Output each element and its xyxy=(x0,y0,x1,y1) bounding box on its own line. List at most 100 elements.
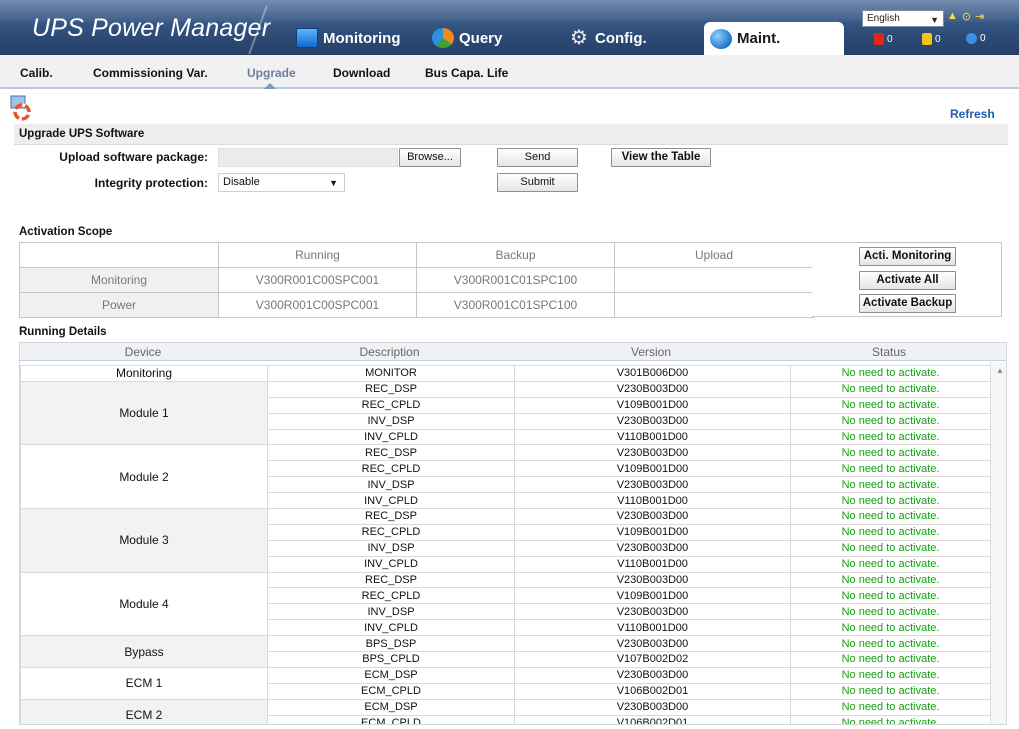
version-cell: V230B003D00 xyxy=(514,539,791,557)
description-cell: REC_DSP xyxy=(267,444,515,462)
tab-config[interactable]: ⚙ Config. xyxy=(568,22,647,54)
version-cell: V109B001D00 xyxy=(514,460,791,478)
status-cell: No need to activate. xyxy=(790,682,991,700)
status-cell: No need to activate. xyxy=(790,508,991,525)
column-header-description: Description xyxy=(359,345,420,359)
tab-monitoring-label: Monitoring xyxy=(323,29,401,47)
view-table-button[interactable]: View the Table xyxy=(611,148,711,167)
column-header-status: Status xyxy=(871,345,907,359)
table-row: Bypass BPS_DSP V230B003D00 No need to activ… xyxy=(20,635,991,668)
activation-running-version: V300R001C00SPC001 xyxy=(218,267,417,293)
globe-icon xyxy=(710,28,732,49)
status-cell: No need to activate. xyxy=(790,523,991,541)
version-cell: V230B003D00 xyxy=(514,444,791,462)
monitor-icon xyxy=(296,28,318,48)
device-cell: ECM 2 xyxy=(20,698,268,724)
minor-alarm-counter[interactable]: 0 xyxy=(966,33,986,44)
description-cell: REC_CPLD xyxy=(267,460,515,478)
status-cell: No need to activate. xyxy=(790,365,991,382)
activation-header-upload: Upload xyxy=(614,242,814,268)
subnav-upgrade[interactable]: Upgrade xyxy=(247,66,296,80)
description-cell: INV_CPLD xyxy=(267,428,515,446)
send-button[interactable]: Send xyxy=(497,148,578,167)
table-row: ECM 1 ECM_DSP V230B003D00 No need to activa… xyxy=(20,666,991,700)
version-cell: V301B006D00 xyxy=(514,365,791,382)
description-cell: INV_CPLD xyxy=(267,555,515,573)
description-cell: ECM_DSP xyxy=(267,666,515,684)
version-cell: V230B003D00 xyxy=(514,666,791,684)
logout-icon[interactable]: ⇥ xyxy=(975,10,984,23)
pie-chart-icon xyxy=(432,28,454,48)
running-details-grid: Device Description Version Status Monito… xyxy=(19,342,1007,725)
status-cell: No need to activate. xyxy=(790,587,991,605)
subnav-download[interactable]: Download xyxy=(333,66,390,80)
table-row: ECM 2 ECM_DSP V230B003D00 No need to activa… xyxy=(20,698,991,724)
status-cell: No need to activate. xyxy=(790,476,991,494)
subnav-calib[interactable]: Calib. xyxy=(20,66,53,80)
activation-header-running: Running xyxy=(218,242,417,268)
description-cell: REC_CPLD xyxy=(267,396,515,414)
scroll-up-icon[interactable]: ▲ xyxy=(996,366,1004,375)
description-cell: INV_DSP xyxy=(267,476,515,494)
upgrade-section-title: Upgrade UPS Software xyxy=(19,128,145,140)
tab-query[interactable]: Query xyxy=(432,22,502,54)
subnav-commissioning-var[interactable]: Commissioning Var. xyxy=(93,66,208,80)
vertical-scrollbar[interactable]: ▲ xyxy=(990,362,1006,724)
description-cell: REC_DSP xyxy=(267,571,515,589)
version-cell: V230B003D00 xyxy=(514,412,791,430)
critical-alarm-counter[interactable]: 0 xyxy=(874,33,893,45)
refresh-link[interactable]: Refresh xyxy=(950,107,995,121)
description-cell: INV_CPLD xyxy=(267,492,515,510)
status-cell: No need to activate. xyxy=(790,460,991,478)
table-row: Module 4 REC_DSP V230B003D00 No need to act… xyxy=(20,571,991,637)
table-row: Monitoring MONITOR V301B006D00 No need to a… xyxy=(20,365,991,382)
sub-navigation: Calib. Commissioning Var. Upgrade Downlo… xyxy=(0,55,1019,89)
subnav-bus-capa-life[interactable]: Bus Capa. Life xyxy=(425,66,508,80)
table-row: Module 3 REC_DSP V230B003D00 No need to act… xyxy=(20,508,991,573)
version-cell: V110B001D00 xyxy=(514,492,791,510)
version-cell: V109B001D00 xyxy=(514,396,791,414)
status-cell: No need to activate. xyxy=(790,666,991,684)
tab-monitoring[interactable]: Monitoring xyxy=(296,22,400,54)
version-cell: V110B001D00 xyxy=(514,428,791,446)
device-cell: Module 2 xyxy=(20,444,268,510)
version-cell: V106B002D01 xyxy=(514,714,791,724)
status-cell: No need to activate. xyxy=(790,714,991,724)
lifebuoy-icon[interactable] xyxy=(10,95,32,121)
status-cell: No need to activate. xyxy=(790,492,991,510)
integrity-protection-value: Disable xyxy=(223,176,260,188)
activation-backup-version: V300R001C01SPC100 xyxy=(416,292,615,318)
device-cell: Bypass xyxy=(20,635,268,668)
upload-package-input[interactable] xyxy=(218,148,398,167)
activation-header-blank xyxy=(19,242,219,268)
activate-all-button[interactable]: Activate All xyxy=(859,271,956,290)
acti-monitoring-button[interactable]: Acti. Monitoring xyxy=(859,247,956,266)
description-cell: ECM_CPLD xyxy=(267,714,515,724)
device-cell: ECM 1 xyxy=(20,666,268,700)
version-cell: V106B002D01 xyxy=(514,682,791,700)
app-title: UPS Power Manager xyxy=(32,14,271,42)
help-icon[interactable]: ⊙ xyxy=(962,10,971,23)
description-cell: ECM_CPLD xyxy=(267,682,515,700)
device-cell: Module 3 xyxy=(20,508,268,573)
language-select[interactable]: English ▼ xyxy=(862,10,944,27)
activate-backup-button[interactable]: Activate Backup xyxy=(859,294,956,313)
device-cell: Module 4 xyxy=(20,571,268,637)
activation-running-version: V300R001C00SPC001 xyxy=(218,292,417,318)
description-cell: BPS_DSP xyxy=(267,635,515,653)
submit-button[interactable]: Submit xyxy=(497,173,578,192)
activation-row-monitoring: Monitoring V300R001C00SPC001 V300R001C01… xyxy=(19,267,814,293)
activation-row-name: Power xyxy=(19,292,219,318)
browse-button[interactable]: Browse... xyxy=(399,148,461,167)
description-cell: BPS_CPLD xyxy=(267,651,515,668)
upgrade-section-bar xyxy=(14,124,1008,145)
integrity-protection-select[interactable]: Disable ▼ xyxy=(218,173,345,192)
gear-icon: ⚙ xyxy=(570,27,588,49)
tab-config-label: Config. xyxy=(595,29,647,47)
running-details-table: Monitoring MONITOR V301B006D00 No need to a… xyxy=(20,365,991,724)
activation-backup-version: V300R001C01SPC100 xyxy=(416,267,615,293)
major-alarm-counter[interactable]: 0 xyxy=(922,33,941,45)
tab-maint[interactable]: Maint. xyxy=(704,22,844,55)
user-icon[interactable]: ▲ xyxy=(947,10,958,23)
status-cell: No need to activate. xyxy=(790,444,991,462)
